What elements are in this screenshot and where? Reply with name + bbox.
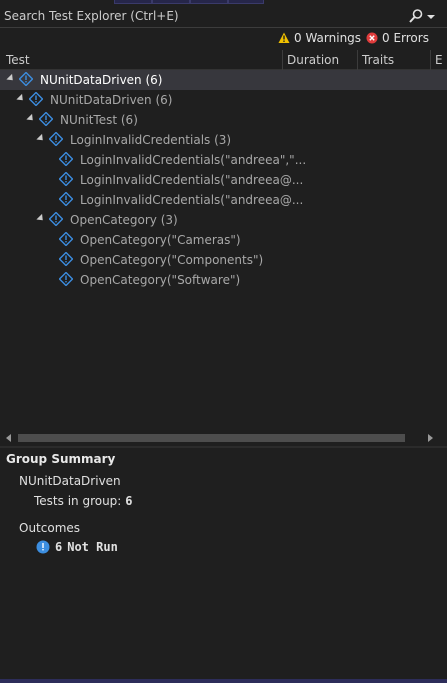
expand-arrow-icon[interactable] (6, 73, 16, 84)
tree-test-row[interactable]: LoginInvalidCredentials("andreea@... (0, 190, 447, 210)
tree-test-row[interactable]: OpenCategory("Components") (0, 250, 447, 270)
tree-project-row[interactable]: NUnitDataDriven (6) (0, 90, 447, 110)
tree-item-label: LoginInvalidCredentials (3) (70, 133, 232, 147)
errors-label: 0 Errors (382, 31, 429, 45)
warning-icon (278, 32, 290, 43)
tests-in-group-row: Tests in group: 6 (34, 494, 132, 508)
tree-group-category-row[interactable]: OpenCategory (3) (0, 210, 447, 230)
tree-test-row[interactable]: LoginInvalidCredentials("andreea@... (0, 170, 447, 190)
outcome-row[interactable]: 6 Not Run (36, 540, 118, 554)
tree-item-label: OpenCategory("Software") (80, 273, 241, 287)
tree-item-label: NUnitDataDriven (6) (50, 93, 173, 107)
column-traits[interactable]: Traits (362, 53, 394, 67)
tree-test-row[interactable]: LoginInvalidCredentials("andreea","... (0, 150, 447, 170)
expand-arrow-icon[interactable] (16, 93, 26, 104)
outcome-state: Not Run (67, 540, 118, 554)
error-icon (366, 32, 378, 44)
not-run-icon (59, 232, 73, 246)
tree-root-row[interactable]: NUnitDataDriven (6) (0, 70, 447, 90)
tests-in-group-value: 6 (125, 494, 133, 508)
warnings-filter-button[interactable]: 0 Warnings (278, 30, 361, 46)
not-run-icon (49, 132, 63, 146)
expand-arrow-icon[interactable] (36, 213, 46, 224)
tree-item-label: LoginInvalidCredentials("andreea","... (80, 153, 307, 167)
scroll-left-icon[interactable] (6, 434, 11, 442)
horizontal-scrollbar[interactable] (0, 430, 447, 446)
not-run-icon (59, 252, 73, 266)
not-run-icon (59, 152, 73, 166)
not-run-icon (49, 212, 63, 226)
group-summary-panel: Group Summary NUnitDataDriven Tests in g… (0, 448, 447, 678)
scrollbar-thumb[interactable] (18, 434, 405, 442)
summary-title: Group Summary (6, 452, 116, 466)
not-run-icon (36, 540, 50, 554)
tree-item-label: OpenCategory("Components") (80, 253, 264, 267)
column-test[interactable]: Test (6, 53, 30, 67)
search-icon[interactable] (408, 8, 424, 24)
tree-item-label: NUnitDataDriven (6) (40, 73, 163, 87)
test-tree: NUnitDataDriven (6) NUnitDataDriven (6) … (0, 70, 447, 428)
tree-item-label: OpenCategory("Cameras") (80, 233, 241, 247)
summary-group-name: NUnitDataDriven (19, 474, 121, 488)
expand-arrow-icon[interactable] (36, 133, 46, 144)
tree-item-label: OpenCategory (3) (70, 213, 178, 227)
outcome-count: 6 (55, 540, 63, 554)
outcomes-label: Outcomes (19, 521, 81, 535)
column-separator[interactable] (357, 50, 358, 70)
tree-group-login-row[interactable]: LoginInvalidCredentials (3) (0, 130, 447, 150)
tree-test-row[interactable]: OpenCategory("Cameras") (0, 230, 447, 250)
bottom-status-bar (0, 679, 447, 683)
search-input[interactable] (4, 6, 394, 26)
chevron-down-icon[interactable] (426, 8, 436, 24)
column-separator[interactable] (430, 50, 431, 70)
column-header: Test Duration Traits E (0, 50, 447, 70)
not-run-icon (59, 192, 73, 206)
errors-filter-button[interactable]: 0 Errors (366, 30, 429, 46)
tree-item-label: NUnitTest (6) (60, 113, 138, 127)
status-toolbar: 0 Warnings 0 Errors (0, 28, 447, 48)
not-run-icon (59, 272, 73, 286)
expand-arrow-icon[interactable] (26, 113, 36, 124)
tree-item-label: LoginInvalidCredentials("andreea@... (80, 193, 304, 207)
not-run-icon (19, 72, 33, 86)
not-run-icon (39, 112, 53, 126)
warnings-label: 0 Warnings (294, 31, 362, 45)
column-separator[interactable] (282, 50, 283, 70)
tree-namespace-row[interactable]: NUnitTest (6) (0, 110, 447, 130)
tree-test-row[interactable]: OpenCategory("Software") (0, 270, 447, 290)
tree-item-label: LoginInvalidCredentials("andreea@... (80, 173, 304, 187)
tests-in-group-label: Tests in group: (34, 494, 122, 508)
column-duration[interactable]: Duration (287, 53, 339, 67)
not-run-icon (59, 172, 73, 186)
column-extra[interactable]: E (435, 53, 443, 67)
scroll-right-icon[interactable] (428, 434, 433, 442)
search-bar (0, 4, 447, 28)
not-run-icon (29, 92, 43, 106)
